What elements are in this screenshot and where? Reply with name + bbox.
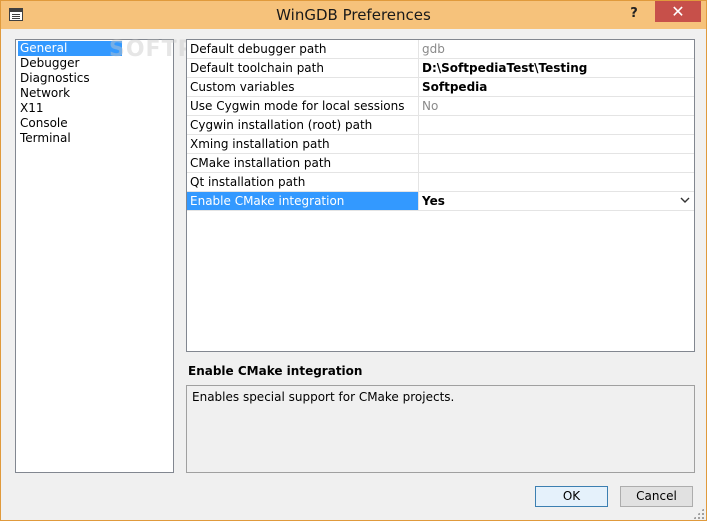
dropdown-selected-value: Yes — [422, 194, 445, 208]
property-value[interactable]: No — [419, 97, 694, 115]
property-row-xming-path[interactable]: Xming installation path — [187, 135, 694, 154]
property-value[interactable] — [419, 116, 694, 134]
category-item-console[interactable]: Console — [18, 116, 122, 131]
property-value[interactable] — [419, 135, 694, 153]
chevron-down-icon[interactable] — [680, 195, 690, 205]
category-item-debugger[interactable]: Debugger — [18, 56, 122, 71]
preferences-window: WinGDB Preferences ? ✕ General Debugger … — [0, 0, 707, 521]
window-title: WinGDB Preferences — [276, 6, 431, 24]
property-name: Cygwin installation (root) path — [187, 116, 419, 134]
close-button[interactable]: ✕ — [655, 1, 701, 22]
category-item-general[interactable]: General — [18, 41, 122, 56]
property-value[interactable]: D:\SoftpediaTest\Testing — [419, 59, 694, 77]
property-name: Default toolchain path — [187, 59, 419, 77]
property-row-enable-cmake[interactable]: Enable CMake integration Yes — [187, 192, 694, 211]
description-text: Enables special support for CMake projec… — [192, 390, 455, 404]
property-name: CMake installation path — [187, 154, 419, 172]
property-value[interactable] — [419, 173, 694, 191]
property-row-custom-variables[interactable]: Custom variables Softpedia — [187, 78, 694, 97]
property-value[interactable]: gdb — [419, 40, 694, 58]
property-row-qt-path[interactable]: Qt installation path — [187, 173, 694, 192]
category-item-network[interactable]: Network — [18, 86, 122, 101]
property-value[interactable] — [419, 154, 694, 172]
cancel-button[interactable]: Cancel — [620, 486, 693, 507]
resize-grip[interactable] — [693, 508, 704, 519]
category-list[interactable]: General Debugger Diagnostics Network X11… — [15, 39, 174, 473]
help-button[interactable]: ? — [621, 4, 647, 24]
description-title: Enable CMake integration — [188, 364, 363, 378]
property-name: Use Cygwin mode for local sessions — [187, 97, 419, 115]
property-value[interactable]: Softpedia — [419, 78, 694, 96]
property-name: Qt installation path — [187, 173, 419, 191]
category-item-terminal[interactable]: Terminal — [18, 131, 122, 146]
category-item-diagnostics[interactable]: Diagnostics — [18, 71, 122, 86]
property-name: Default debugger path — [187, 40, 419, 58]
property-row-toolchain-path[interactable]: Default toolchain path D:\SoftpediaTest\… — [187, 59, 694, 78]
title-bar[interactable]: WinGDB Preferences ? ✕ — [1, 1, 706, 29]
close-icon: ✕ — [671, 2, 685, 21]
property-name: Custom variables — [187, 78, 419, 96]
property-row-cygwin-mode[interactable]: Use Cygwin mode for local sessions No — [187, 97, 694, 116]
property-grid: Default debugger path gdb Default toolch… — [186, 39, 695, 352]
property-value-dropdown[interactable]: Yes — [419, 192, 694, 210]
property-name: Enable CMake integration — [187, 192, 419, 210]
category-item-x11[interactable]: X11 — [18, 101, 122, 116]
ok-button[interactable]: OK — [535, 486, 608, 507]
description-box: Enables special support for CMake projec… — [186, 385, 695, 473]
property-name: Xming installation path — [187, 135, 419, 153]
property-row-cygwin-root-path[interactable]: Cygwin installation (root) path — [187, 116, 694, 135]
property-row-cmake-path[interactable]: CMake installation path — [187, 154, 694, 173]
property-row-debugger-path[interactable]: Default debugger path gdb — [187, 40, 694, 59]
